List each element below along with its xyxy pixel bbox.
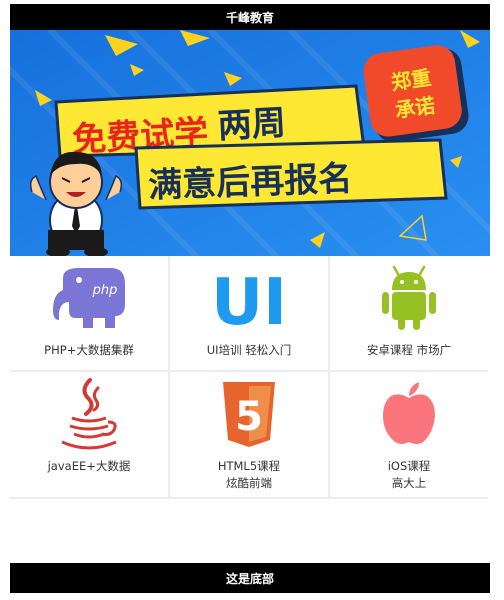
page-title: 千峰教育 (225, 10, 274, 25)
html5-icon: 5 (223, 382, 275, 447)
course-label: HTML5课程 炫酷前端 (217, 459, 281, 490)
banner-headline-dark: 两周 (217, 103, 287, 147)
course-item-ui[interactable]: UI UI培训 轻松入门 (170, 256, 330, 372)
svg-text:5: 5 (235, 394, 263, 440)
course-item-ios[interactable]: iOS课程 高大上 (330, 372, 488, 499)
course-item-php[interactable]: php PHP+大数据集群 (10, 256, 170, 372)
apple-icon (383, 382, 435, 444)
course-label: UI培训 轻松入门 (206, 343, 292, 357)
banner-subheadline: 满意后再报名 (148, 159, 353, 206)
footer-text: 这是底部 (225, 571, 274, 586)
promo-banner[interactable]: 免费试学 两周 满意后再报名 郑重 承诺 (10, 30, 490, 256)
ui-icon: UI (211, 266, 287, 334)
course-label: iOS课程 高大上 (387, 459, 431, 490)
promise-badge: 郑重 承诺 (363, 45, 469, 142)
course-label: PHP+大数据集群 (44, 343, 134, 357)
course-item-java[interactable]: javaEE+大数据 (10, 372, 170, 499)
course-item-html5[interactable]: 5 HTML5课程 炫酷前端 (170, 372, 330, 499)
course-label: javaEE+大数据 (47, 459, 131, 473)
course-grid: php PHP+大数据集群 UI UI培训 轻松入门 安卓课程 市场广 java… (10, 256, 490, 499)
php-elephant-icon: php (53, 268, 125, 328)
svg-text:UI: UI (211, 266, 287, 334)
footer-bar: 这是底部 (10, 563, 490, 593)
banner-graphic: 免费试学 两周 满意后再报名 郑重 承诺 (10, 30, 490, 256)
course-label: 安卓课程 市场广 (366, 343, 452, 357)
java-cup-icon (61, 378, 117, 450)
header-bar: 千峰教育 (10, 4, 490, 30)
android-icon (382, 265, 436, 330)
svg-text:php: php (92, 283, 118, 298)
course-item-android[interactable]: 安卓课程 市场广 (330, 256, 488, 372)
